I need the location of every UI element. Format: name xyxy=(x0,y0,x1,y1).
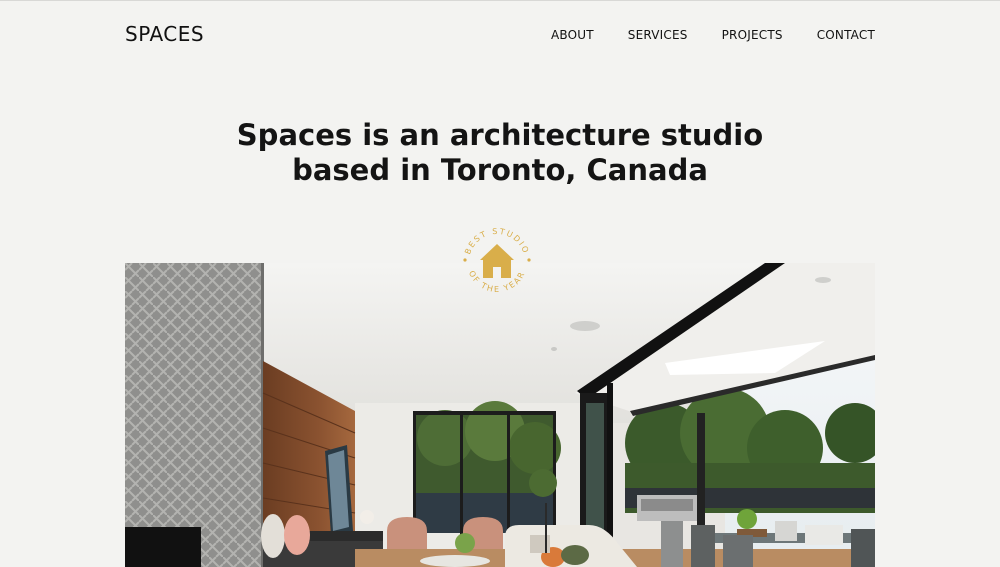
hero-image xyxy=(125,263,875,567)
badge-dot-right xyxy=(527,258,531,262)
hero-headline-line-1: Spaces is an architecture studio xyxy=(236,118,764,152)
nav-projects[interactable]: PROJECTS xyxy=(722,28,783,42)
nav-contact[interactable]: CONTACT xyxy=(817,28,875,42)
hero-headline-line-2: based in Toronto, Canada xyxy=(292,153,708,187)
site-logo[interactable]: SPACES xyxy=(125,22,204,46)
best-studio-badge: BEST STUDIO OF THE YEAR xyxy=(460,222,534,296)
badge-seal: BEST STUDIO OF THE YEAR xyxy=(463,227,531,294)
site-header: SPACES ABOUT SERVICES PROJECTS CONTACT xyxy=(125,22,875,50)
nav-about[interactable]: ABOUT xyxy=(551,28,594,42)
top-border xyxy=(0,0,1000,1)
badge-dot-left xyxy=(463,258,467,262)
house-icon xyxy=(480,244,514,278)
nav-services[interactable]: SERVICES xyxy=(628,28,688,42)
hero-headline: Spaces is an architecture studio based i… xyxy=(0,118,1000,188)
interior-photo xyxy=(125,263,875,567)
main-nav: ABOUT SERVICES PROJECTS CONTACT xyxy=(551,28,875,42)
